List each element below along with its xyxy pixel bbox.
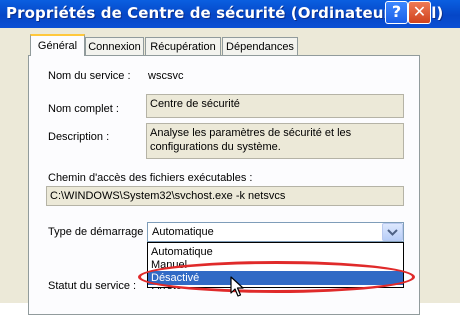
display-name-field[interactable]: Centre de sécurité [146, 94, 404, 118]
chevron-down-icon [387, 229, 398, 236]
help-button[interactable]: ? [385, 1, 408, 24]
tab-connexion[interactable]: Connexion [85, 37, 144, 55]
close-button[interactable]: ✕ [408, 1, 431, 24]
service-name-label: Nom du service : [48, 70, 131, 82]
option-automatique[interactable]: Automatique [148, 245, 403, 259]
window-title: Propriétés de Centre de sécurité (Ordina… [6, 4, 444, 22]
service-status-label: Statut du service : [48, 280, 137, 292]
startup-type-select[interactable]: Automatique [147, 222, 404, 242]
service-name-value: wscsvc [148, 70, 184, 82]
tab-recuperation[interactable]: Récupération [145, 37, 221, 55]
description-label: Description : [48, 131, 110, 143]
startup-type-dropdown-button[interactable] [382, 223, 403, 241]
highlight-ring [138, 261, 415, 293]
tab-general[interactable]: Général [30, 34, 85, 56]
path-label: Chemin d'accès des fichiers exécutables … [48, 172, 253, 184]
description-field[interactable]: Analyse les paramètres de sécurité et le… [146, 123, 404, 159]
mouse-cursor-icon [230, 276, 244, 297]
path-field[interactable]: C:\WINDOWS\System32\svchost.exe -k netsv… [46, 186, 404, 206]
startup-type-label: Type de démarrage : [48, 226, 150, 238]
tab-dependances[interactable]: Dépendances [222, 37, 298, 55]
display-name-label: Nom complet : [48, 103, 119, 115]
